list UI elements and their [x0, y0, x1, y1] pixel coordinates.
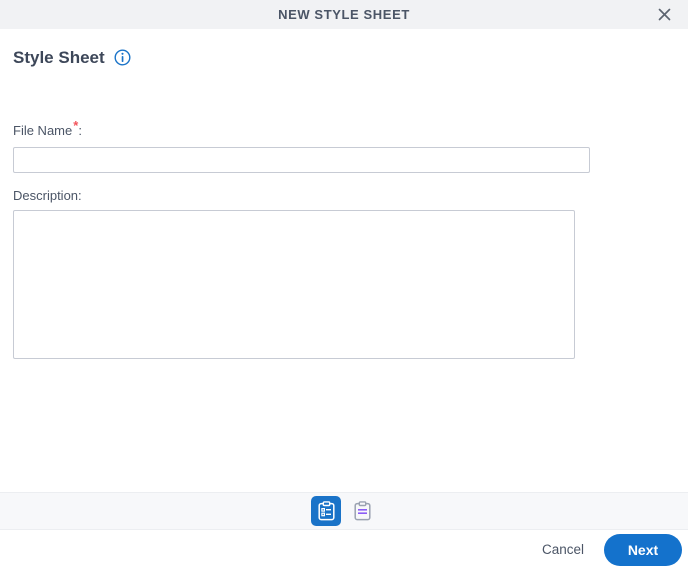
file-name-label-text: File Name: [13, 123, 73, 138]
info-icon[interactable]: [114, 49, 131, 66]
cancel-button[interactable]: Cancel: [542, 542, 584, 557]
step-content[interactable]: [347, 496, 377, 526]
file-name-label: File Name*:: [13, 119, 82, 138]
close-button[interactable]: [648, 0, 680, 29]
step-style-sheet[interactable]: [311, 496, 341, 526]
page-title: Style Sheet: [13, 48, 105, 67]
description-textarea[interactable]: [13, 210, 575, 359]
file-name-input[interactable]: [13, 147, 590, 173]
wizard-steps-bar: [0, 492, 688, 530]
dialog-body: Style Sheet File Name*: Description:: [0, 29, 688, 492]
next-button[interactable]: Next: [604, 533, 682, 566]
file-name-label-colon: :: [78, 123, 82, 138]
clipboard-lines-icon: [353, 501, 372, 521]
section-header: Style Sheet: [13, 49, 131, 66]
close-icon: [657, 7, 672, 22]
dialog-title: NEW STYLE SHEET: [278, 7, 410, 22]
description-label: Description:: [13, 188, 82, 203]
clipboard-list-icon: [317, 501, 336, 521]
dialog-footer: Cancel Next: [0, 530, 688, 569]
dialog-title-bar: NEW STYLE SHEET: [0, 0, 688, 29]
